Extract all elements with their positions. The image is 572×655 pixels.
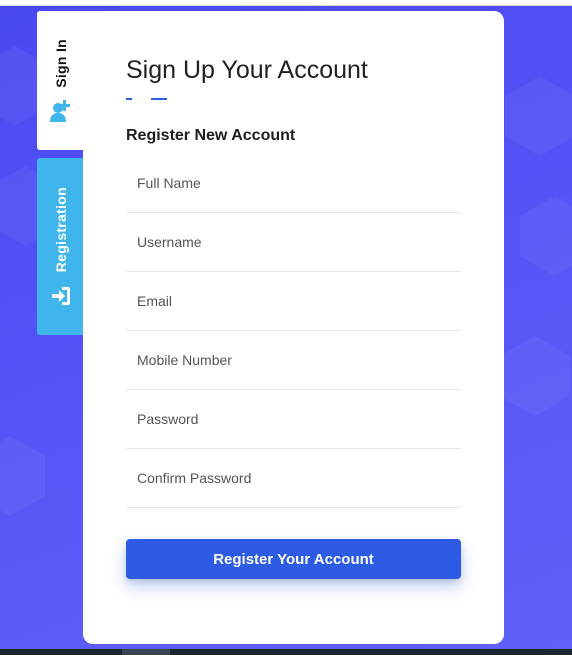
tab-registration[interactable]: Registration xyxy=(37,158,84,335)
bottom-taskbar xyxy=(0,649,572,655)
confirm-password-input[interactable] xyxy=(126,449,461,508)
sign-in-arrow-icon xyxy=(51,287,70,306)
tab-registration-label: Registration xyxy=(52,186,69,273)
signup-card: Sign Up Your Account Register New Accoun… xyxy=(83,11,504,644)
mobile-number-input[interactable] xyxy=(126,331,461,390)
background-hexagon xyxy=(0,436,45,516)
title-underline-dash xyxy=(151,98,167,100)
full-name-input[interactable] xyxy=(126,154,461,213)
background-hexagon xyxy=(500,336,570,416)
background-hexagon xyxy=(520,196,572,276)
tab-sign-in-label: Sign In xyxy=(52,39,69,88)
password-input[interactable] xyxy=(126,390,461,449)
page-title: Sign Up Your Account xyxy=(126,56,368,84)
background-hexagon xyxy=(505,76,572,156)
tab-sign-in[interactable]: Sign In xyxy=(37,11,84,150)
email-input[interactable] xyxy=(126,272,461,331)
taskbar-segment xyxy=(122,649,170,655)
form-subtitle: Register New Account xyxy=(126,127,296,144)
user-plus-icon xyxy=(49,99,70,122)
register-button[interactable]: Register Your Account xyxy=(126,539,461,579)
username-input[interactable] xyxy=(126,213,461,272)
title-underline-dash xyxy=(126,98,132,100)
